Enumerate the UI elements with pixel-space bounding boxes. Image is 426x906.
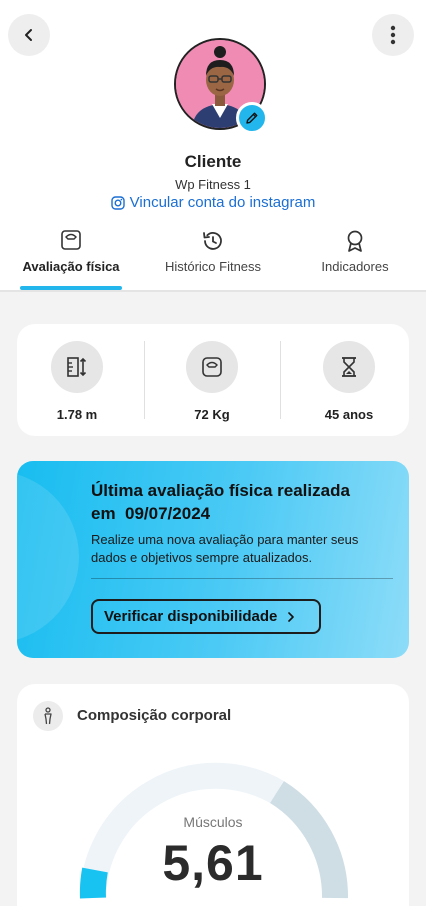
back-button[interactable] bbox=[8, 14, 50, 56]
check-availability-label: Verificar disponibilidade bbox=[104, 608, 278, 625]
tab-bar: Avaliação física Histórico Fitness Indic… bbox=[0, 226, 426, 292]
tab-historico-fitness[interactable]: Histórico Fitness bbox=[154, 226, 272, 290]
stat-height: 1.78 m bbox=[17, 324, 137, 436]
award-icon bbox=[347, 230, 363, 252]
edit-avatar-button[interactable] bbox=[236, 102, 268, 134]
client-name: Cliente bbox=[184, 152, 242, 171]
evaluation-date: em 09/07/2024 bbox=[91, 504, 211, 523]
pencil-icon bbox=[246, 112, 258, 124]
stat-divider bbox=[280, 341, 281, 419]
instagram-link-label: Vincular conta do instagram bbox=[129, 194, 316, 211]
more-options-button[interactable] bbox=[372, 14, 414, 56]
stats-card: 1.78 m 72 Kg 45 anos bbox=[17, 324, 409, 436]
chevron-right-icon bbox=[288, 611, 295, 622]
tab-label: Avaliação física bbox=[22, 259, 120, 274]
tab-indicadores[interactable]: Indicadores bbox=[306, 226, 404, 290]
stat-age: 45 anos bbox=[289, 324, 409, 436]
stat-weight: 72 Kg bbox=[152, 324, 272, 436]
main-content: 1.78 m 72 Kg 45 anos Última avaliação fí… bbox=[0, 292, 426, 906]
check-availability-button[interactable]: Verificar disponibilidade bbox=[91, 599, 321, 634]
weight-scale-icon bbox=[202, 357, 222, 377]
last-evaluation-card: Última avaliação física realizada em 09/… bbox=[17, 461, 409, 658]
tab-avaliacao-fisica[interactable]: Avaliação física bbox=[20, 226, 122, 290]
evaluation-title-line1: Última avaliação física realizada bbox=[91, 481, 350, 500]
tab-label: Indicadores bbox=[321, 259, 389, 274]
history-icon bbox=[203, 232, 222, 250]
gauge-value: 5,61 bbox=[162, 835, 264, 891]
gauge-label: Músculos bbox=[183, 814, 243, 830]
height-icon bbox=[67, 357, 87, 377]
tab-label: Histórico Fitness bbox=[164, 259, 262, 274]
stat-divider bbox=[144, 341, 145, 419]
stat-value: 45 anos bbox=[324, 407, 374, 422]
evaluation-title: Última avaliação física realizada em 09/… bbox=[91, 479, 391, 525]
stat-value: 72 Kg bbox=[194, 407, 230, 422]
link-instagram-button[interactable]: Vincular conta do instagram bbox=[0, 194, 426, 211]
body-composition-card: Composição corporal Músculos 5,61 bbox=[17, 684, 409, 906]
decorative-circle bbox=[17, 471, 79, 643]
gym-name: Wp Fitness 1 bbox=[175, 177, 251, 192]
stat-value: 1.78 m bbox=[56, 407, 98, 422]
instagram-icon bbox=[110, 195, 125, 210]
more-vertical-icon bbox=[390, 25, 396, 45]
chevron-left-icon bbox=[25, 29, 32, 41]
hourglass-icon bbox=[342, 357, 356, 377]
divider bbox=[91, 578, 393, 579]
evaluation-description: Realize uma nova avaliação para manter s… bbox=[91, 532, 359, 565]
scale-icon bbox=[61, 230, 81, 250]
active-tab-indicator bbox=[20, 286, 122, 290]
profile-header: Cliente Wp Fitness 1 Vincular conta do i… bbox=[0, 0, 426, 292]
